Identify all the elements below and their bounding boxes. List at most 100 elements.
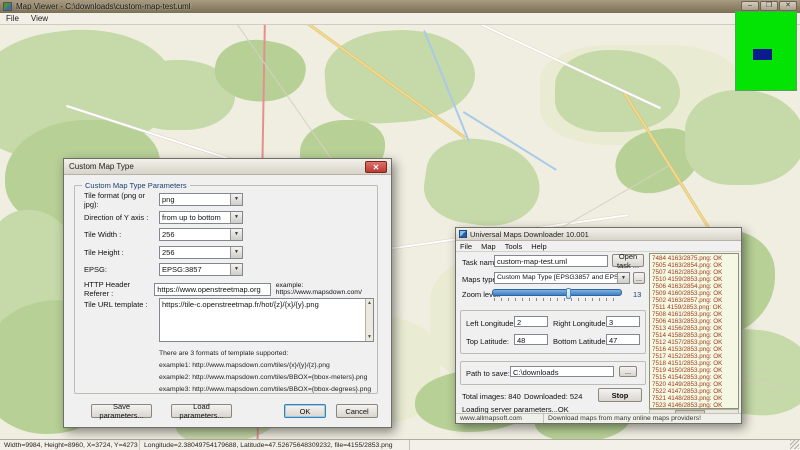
field-combobox[interactable]: png ▼ bbox=[159, 193, 243, 206]
cancel-button[interactable]: Cancel bbox=[336, 404, 378, 418]
minimize-button[interactable]: – bbox=[741, 1, 759, 11]
umd-app-icon bbox=[459, 230, 467, 238]
map-forest-patch bbox=[420, 132, 546, 232]
field-combobox[interactable]: 256 ▼ bbox=[159, 228, 243, 241]
zoom-level-value: 13 bbox=[633, 290, 641, 299]
group-title: Custom Map Type Parameters bbox=[82, 181, 190, 190]
log-line: 7484 4163/2875.png: OK bbox=[652, 255, 736, 262]
umd-titlebar[interactable]: Universal Maps Downloader 10.001 bbox=[456, 228, 741, 241]
log-line: 7510 4159/2853.png: OK bbox=[652, 276, 736, 283]
right-longitude-label: Right Longitude: bbox=[553, 319, 608, 328]
minimap-selection-rect[interactable] bbox=[753, 49, 772, 60]
log-line: 7519 4150/2853.png: OK bbox=[652, 367, 736, 374]
umd-menu-item[interactable]: File bbox=[460, 242, 472, 251]
field-combobox[interactable]: from up to bottom ▼ bbox=[159, 211, 243, 224]
log-line: 7507 4162/2853.png: OK bbox=[652, 269, 736, 276]
log-line: 7522 4147/2853.png: OK bbox=[652, 388, 736, 395]
maps-type-combobox[interactable]: Custom Map Type [EPSG3857 and EPSG4326 s… bbox=[494, 272, 630, 284]
scroll-down-icon[interactable]: ▼ bbox=[366, 333, 373, 341]
template-label: Tile URL template : bbox=[84, 298, 159, 342]
log-line: 7511 4159/2853.png: OK bbox=[652, 304, 736, 311]
umd-menu-item[interactable]: Tools bbox=[505, 242, 523, 251]
close-icon[interactable]: ✕ bbox=[365, 161, 387, 173]
scrollbar[interactable]: ▲▼ bbox=[365, 299, 373, 341]
log-line: 7508 4161/2853.png: OK bbox=[652, 311, 736, 318]
path-browse-button[interactable]: ... bbox=[619, 366, 637, 377]
path-to-save-input[interactable]: C:\downloads bbox=[510, 366, 614, 377]
field-label: Tile Width : bbox=[84, 230, 159, 239]
combobox-value: from up to bottom bbox=[162, 213, 221, 222]
ok-button[interactable]: OK bbox=[284, 404, 326, 418]
download-log-list[interactable]: 7484 4163/2875.png: OK7505 4163/2854.png… bbox=[649, 253, 739, 409]
map-forest-patch bbox=[555, 50, 680, 132]
chevron-down-icon[interactable]: ▼ bbox=[230, 229, 242, 240]
menu-item[interactable]: View bbox=[31, 14, 48, 23]
log-line: 7505 4163/2854.png: OK bbox=[652, 262, 736, 269]
umd-menu-item[interactable]: Map bbox=[481, 242, 496, 251]
top-latitude-input[interactable]: 48 bbox=[514, 334, 548, 345]
top-latitude-label: Top Latitude: bbox=[466, 337, 509, 346]
field-combobox[interactable]: 256 ▼ bbox=[159, 246, 243, 259]
open-task-button[interactable]: Open task ... bbox=[612, 254, 644, 267]
field-label: Tile format (png or jpg): bbox=[84, 191, 159, 209]
stop-button[interactable]: Stop bbox=[598, 388, 642, 402]
maps-type-browse-button[interactable]: ... bbox=[633, 272, 645, 284]
umd-statusbar-tagline: Download maps from many online maps prov… bbox=[544, 414, 741, 423]
umd-statusbar: www.allmapsoft.com Download maps from ma… bbox=[456, 413, 741, 423]
maximize-button[interactable]: ❐ bbox=[760, 1, 778, 11]
main-titlebar[interactable]: Map Viewer - C:\downloads\custom-map-tes… bbox=[0, 0, 800, 13]
window-title: Map Viewer - C:\downloads\custom-map-tes… bbox=[16, 2, 191, 11]
scroll-up-icon[interactable]: ▲ bbox=[366, 299, 373, 307]
formats-note: There are 3 formats of template supporte… bbox=[159, 350, 288, 357]
app-icon bbox=[3, 2, 12, 11]
log-line: 7518 4151/2853.png: OK bbox=[652, 360, 736, 367]
chevron-down-icon[interactable]: ▼ bbox=[230, 264, 242, 275]
left-longitude-label: Left Longitude: bbox=[466, 319, 516, 328]
log-line: 7513 4156/2853.png: OK bbox=[652, 325, 736, 332]
total-images-label: Total images: 840 bbox=[462, 392, 521, 401]
template-textarea[interactable]: https://tile-c.openstreetmap.fr/hot/{z}/… bbox=[159, 298, 374, 342]
map-forest-patch bbox=[685, 90, 800, 185]
custom-dialog-titlebar[interactable]: Custom Map Type ✕ bbox=[64, 159, 391, 175]
statusbar-dimensions: Width=9984, Height=8960, X=3724, Y=4273 bbox=[0, 440, 140, 450]
log-line: 7520 4149/2853.png: OK bbox=[652, 381, 736, 388]
load-parameters-button[interactable]: Load parameters... bbox=[171, 404, 232, 418]
log-line: 7506 4163/2854.png: OK bbox=[652, 283, 736, 290]
referer-label: HTTP Header Referer : bbox=[84, 280, 154, 298]
chevron-down-icon[interactable]: ▼ bbox=[617, 273, 629, 283]
chevron-down-icon[interactable]: ▼ bbox=[230, 212, 242, 223]
referer-input[interactable]: https://www.openstreetmap.org bbox=[154, 283, 271, 296]
map-forest-patch bbox=[322, 25, 478, 127]
overview-minimap[interactable] bbox=[735, 11, 797, 91]
field-combobox[interactable]: EPSG:3857 ▼ bbox=[159, 263, 243, 276]
chevron-down-icon[interactable]: ▼ bbox=[230, 194, 242, 205]
combobox-value: EPSG:3857 bbox=[162, 265, 202, 274]
log-line: 7502 4163/2857.png: OK bbox=[652, 297, 736, 304]
umd-title: Universal Maps Downloader 10.001 bbox=[470, 230, 589, 239]
chevron-down-icon[interactable]: ▼ bbox=[230, 247, 242, 258]
umd-menubar: File Map Tools Help bbox=[456, 241, 741, 252]
statusbar-spacer bbox=[410, 440, 800, 450]
combobox-value: 256 bbox=[162, 230, 175, 239]
log-line: 7515 4154/2853.png: OK bbox=[652, 374, 736, 381]
save-parameters-button[interactable]: Save parameters... bbox=[91, 404, 152, 418]
bottom-latitude-input[interactable]: 47 bbox=[606, 334, 640, 345]
log-line: 7516 4153/2853.png: OK bbox=[652, 346, 736, 353]
zoom-slider[interactable] bbox=[492, 289, 622, 296]
slider-ticks bbox=[494, 298, 620, 301]
custom-dialog-title: Custom Map Type bbox=[69, 162, 134, 171]
field-label: Tile Height : bbox=[84, 248, 159, 257]
log-line: 7509 4160/2853.png: OK bbox=[652, 290, 736, 297]
map-viewer-window: Map Viewer - C:\downloads\custom-map-tes… bbox=[0, 0, 800, 450]
main-menubar: File View bbox=[0, 13, 800, 25]
right-longitude-input[interactable]: 3 bbox=[606, 316, 640, 327]
log-line: 7514 4158/2853.png: OK bbox=[652, 332, 736, 339]
close-button[interactable]: ✕ bbox=[779, 1, 797, 11]
maps-type-value: Custom Map Type [EPSG3857 and EPSG4326 s… bbox=[497, 274, 630, 281]
umd-menu-item[interactable]: Help bbox=[531, 242, 546, 251]
resize-grip[interactable] bbox=[790, 440, 799, 449]
log-line: 7523 4146/2853.png: OK bbox=[652, 402, 736, 409]
menu-item[interactable]: File bbox=[6, 14, 19, 23]
task-name-input[interactable]: custom-map-test.uml bbox=[494, 255, 608, 267]
left-longitude-input[interactable]: 2 bbox=[514, 316, 548, 327]
